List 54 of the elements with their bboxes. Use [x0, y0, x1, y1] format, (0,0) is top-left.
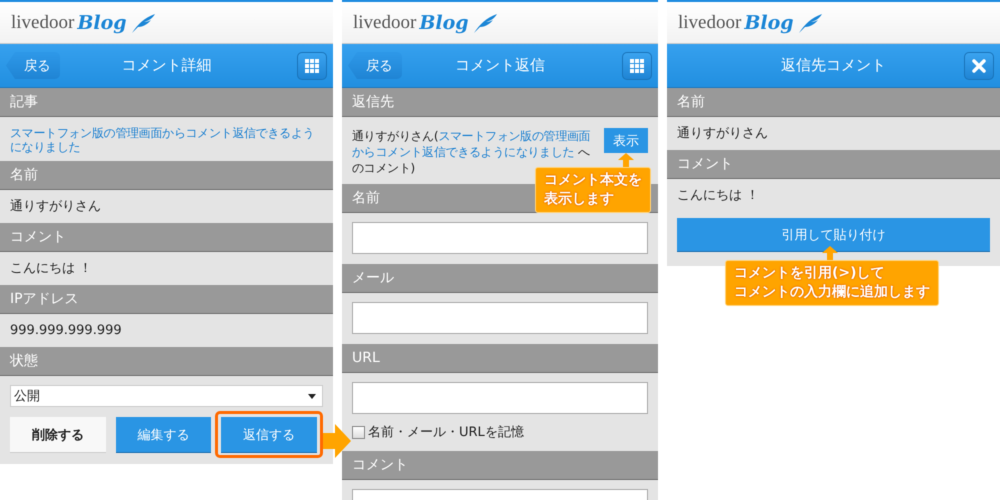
logo-script: Blog: [77, 12, 127, 34]
field-value: 999.999.999.999: [9, 322, 123, 340]
field-value: こんにちは ！: [9, 260, 94, 278]
logo-wordmark: livedoor: [678, 12, 742, 34]
action-button[interactable]: 編集する: [116, 417, 211, 452]
status-select[interactable]: 公開: [10, 385, 323, 407]
page-title: コメント詳細: [120, 56, 212, 75]
caret-icon: [308, 394, 316, 398]
section-header: IPアドレス: [0, 285, 333, 314]
quote-paste-button[interactable]: 引用して貼り付け: [677, 218, 990, 252]
callout-text: 表示します: [544, 190, 615, 209]
feather-icon: [796, 12, 823, 34]
right-arrow-icon: [323, 424, 351, 458]
checkbox[interactable]: [352, 426, 365, 438]
logo-script: Blog: [744, 12, 794, 34]
logo-wordmark: livedoor: [11, 12, 74, 34]
checkbox-label: 名前・メール・URLを記憶: [368, 424, 524, 441]
section-header: コメント: [0, 223, 333, 252]
section-header: コメント: [667, 150, 1000, 179]
callout-text: コメントを引用(>)して: [734, 264, 886, 283]
feather-icon: [130, 12, 156, 34]
section-header: 返信先: [342, 88, 658, 117]
select-value: 公開: [14, 388, 40, 405]
section-header: コメント: [342, 451, 658, 480]
close-icon: [972, 58, 986, 72]
grid-icon: [630, 58, 644, 72]
text-input[interactable]: [352, 382, 648, 414]
section-header: 名前: [667, 88, 1000, 117]
field-value: 通りすがりさん: [9, 198, 102, 216]
text-input[interactable]: [352, 302, 648, 334]
action-button[interactable]: 削除する: [10, 417, 106, 452]
callout-text: コメントの入力欄に追加します: [734, 283, 930, 302]
page-title: 返信先コメント: [780, 56, 887, 75]
logo-wordmark: livedoor: [353, 12, 416, 34]
section-header: メール: [342, 264, 658, 293]
text-input[interactable]: [352, 222, 648, 254]
menu-button[interactable]: [622, 52, 652, 80]
page-title: コメント返信: [454, 56, 546, 75]
field-value: 通りすがりさん: [676, 125, 769, 143]
menu-button[interactable]: [297, 52, 327, 80]
close-button[interactable]: [964, 52, 994, 80]
action-button[interactable]: 返信する: [221, 417, 317, 452]
back-button[interactable]: 戻る: [348, 52, 402, 79]
section-header: 名前: [0, 161, 333, 190]
section-header: URL: [342, 344, 658, 373]
back-button[interactable]: 戻る: [6, 52, 60, 79]
article-link[interactable]: スマートフォン版の管理画面からコメント返信できるようになりました: [0, 117, 333, 161]
field-value: こんにちは ！: [676, 187, 760, 205]
section-header: 記事: [0, 88, 333, 117]
grid-icon: [305, 58, 319, 72]
feather-icon: [472, 12, 498, 34]
section-header: 状態: [0, 347, 333, 376]
show-button[interactable]: 表示: [604, 128, 648, 153]
logo-script: Blog: [419, 12, 469, 34]
